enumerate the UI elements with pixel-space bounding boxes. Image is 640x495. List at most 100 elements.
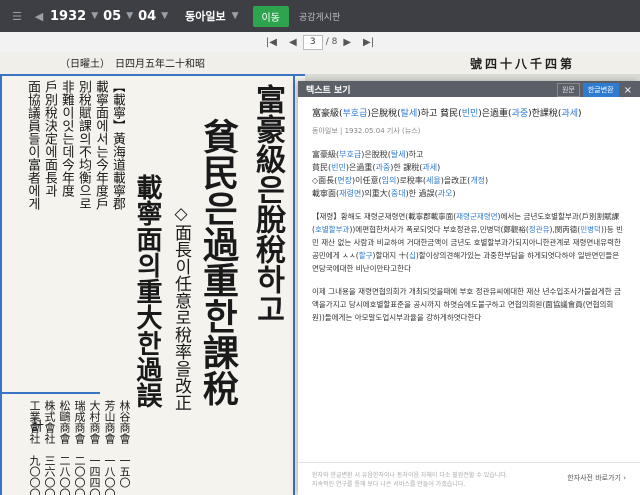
article-paragraph-1: 【재령】황해도 재령군재령면(載寧郡載寧面(재령군재령면)에서는 금년도호별할부… [312,210,626,275]
article-meta: 동아일보 | 1932.05.04 기사 (뉴스) [312,127,421,135]
para-reading: 재령군재령면 [456,212,498,221]
panel-footer: 한자와 한글변환 시 유음한자이나 동자이음 자체이 다소 불완전할 수 있습니… [298,462,640,495]
table-entry-column: 芳山商會 一八〇〇 [103,400,116,495]
headline-text: )이任意( [352,176,382,185]
month-select[interactable]: 05 [103,9,121,24]
prev-page-icon[interactable]: ◀ [289,37,297,48]
headline-text: 載寧面( [312,189,340,198]
publication-caret-icon[interactable]: ▼ [232,11,239,21]
title-text: )하고 貧民( [417,109,462,119]
para-text: )할대지 十( [372,251,409,260]
newspaper-masthead-strip: （日曜土） 日四月五年二十和昭 號四十八千四第 [0,52,640,74]
footer-note: 한자와 한글변환 시 유음한자이나 동자이음 자체이 다소 불완전할 수 있습니… [312,471,508,489]
title-reading: 부호급 [342,109,368,119]
para-reading: 정관유 [528,225,550,234]
korean-convert-button[interactable]: 한글변환 [582,83,619,97]
article-frame-top [0,74,305,76]
year-select[interactable]: 1932 [50,9,86,24]
footer-note-line-1: 한자와 한글변환 시 유음한자이나 동자이음 자체이 다소 불완전할 수 있습니… [312,472,508,479]
panel-buttons: 원문 한글변환 × [554,83,632,97]
close-icon[interactable]: × [624,85,632,96]
headline-text: ) [485,176,489,185]
year-caret-icon[interactable]: ▼ [91,11,98,21]
title-text: 富豪級( [312,109,343,119]
headline-reading: 개정 [470,176,486,185]
headline-text: )로稅率( [396,176,426,185]
headline-reading: 면장 [337,176,353,185]
article-headline-block: 富豪級(부호급)은脫稅(탈세)하고 貧民(빈민)은過重(과중)한 課稅(과세) ◇面… [312,148,626,200]
para-reading: 십 [408,251,416,260]
headline-line: 富豪級(부호급)은脫稅(탈세)하고 [312,148,626,161]
footer-note-line-2: 지속적인 연구를 통해 보다 나은 서비스를 만들어 가겠습니다. [312,481,466,488]
panel-header: 텍스트 보기 원문 한글변환 × [298,81,640,97]
headline-reading: 과오 [437,189,453,198]
newspaper-date-line: （日曜土） 日四月五年二十和昭 [60,59,205,70]
title-text: ) [578,109,582,119]
title-reading: 탈세 [400,109,418,119]
title-reading: 과중 [511,109,529,119]
article-region[interactable]: 富豪級은脫稅하고 貧民은過重한課稅 ◇面長이任意로稅率을改正 載寧面의重大한過誤… [0,74,305,495]
table-divider [0,392,100,394]
table-entry-column: 工業會社 九〇〇〇 [28,400,41,495]
publication-select[interactable]: 동아일보 [185,8,225,24]
table-entry-column: 林谷商會 一五〇 [118,400,131,488]
prev-date-icon[interactable]: ◀ [28,0,50,32]
month-caret-icon[interactable]: ▼ [126,11,133,21]
menu-grip-icon[interactable]: ☰ [6,0,28,32]
table-entry-column: 松鷗商會 二八〇〇 [58,400,71,495]
article-title: 富豪級(부호급)은脫稅(탈세)하고 貧民(빈민)은過重(과중)한課稅(과세) [312,108,626,121]
headline-text: )한 課稅( [390,163,423,172]
para-text: 【재령】황해도 재령군재령면(載寧郡載寧面( [312,212,457,221]
table-total-label: 計 [28,419,43,432]
headline-reading: 임의 [381,176,397,185]
title-text: )은脫稅( [367,109,401,119]
headline-reading: 재령면 [339,189,362,198]
headline-3: ◇面長이任意로稅率을改正 [171,204,191,411]
table-entry-column: 瑞成商會 二〇〇〇 [73,400,86,495]
hanja-dictionary-link[interactable]: 한자사전 바로가기 › [567,473,626,483]
headline-line: ◇面長(면장)이任意(임의)로稅率(세율)을改正(개정) [312,174,626,187]
headline-text: )하고 [405,150,424,159]
original-text-button[interactable]: 원문 [556,83,580,97]
first-page-icon[interactable]: |◀ [266,37,277,48]
article-frame-left [0,74,2,495]
article-paragraph-2: 이제 그내용을 재령면협의회가 개최되엇을때에 부호 정관유씨에대한 재산 년수… [312,287,621,322]
page-navigation: |◀ ◀ 3 / 8 ▶ ▶| [0,32,640,53]
headline-text: 貧民( [312,163,332,172]
next-page-icon[interactable]: ▶ [343,37,351,48]
last-page-icon[interactable]: ▶| [363,37,374,48]
para-reading: 할구 [358,251,373,260]
page-number-input[interactable]: 3 [302,34,323,50]
day-caret-icon[interactable]: ▼ [161,11,168,21]
table-entry-column: 株式會社 三六〇〇 [43,400,56,495]
headline-1: 富豪級은脫稅하고 [250,84,285,324]
para-text: ),閔丙德( [549,225,581,234]
article-body-column: 面協議員들이富者에게 [25,80,40,210]
headline-text: ) [452,189,456,198]
table-entry-column: 大村商會 一四四〇 [88,400,101,495]
move-button[interactable]: 이동 [252,5,289,27]
headline-text: )을改正( [440,176,471,185]
article-body-column: 【載寧】黃海道載寧郡 [110,80,125,210]
headline-4: 載寧面의重大한過誤 [132,174,162,408]
headline-text: )은過重( [345,163,376,172]
headline-reading: 부호급 [339,150,362,159]
para-reading: 호별할부과 [314,225,350,234]
headline-text: ◇面長( [312,176,338,185]
headline-text: 富豪級( [312,150,340,159]
top-toolbar: ☰ ◀ 1932 ▼ 05 ▼ 04 ▼ 동아일보 ▼ 이동 공감게시판 [0,0,640,32]
headline-reading: 중대 [390,189,406,198]
headline-text: )은脫稅( [361,150,391,159]
headline-reading: 탈세 [390,150,406,159]
headline-text: ) [437,163,441,172]
page-total: / 8 [325,37,338,47]
headline-reading: 과세 [422,163,438,172]
para-text: ))에편협한처사가 폭로되엇다 부호정관유,민병덕(鄭觀裕( [349,225,529,234]
board-link[interactable]: 공감게시판 [299,10,340,23]
title-reading: 빈민 [461,109,479,119]
headline-line: 載寧面(재령면)의重大(중대)한 過誤(과오) [312,187,626,200]
headline-line: 貧民(빈민)은過重(과중)한 課稅(과세) [312,161,626,174]
title-reading: 과세 [561,109,578,119]
article-frame-right [293,74,295,495]
day-select[interactable]: 04 [138,9,156,24]
